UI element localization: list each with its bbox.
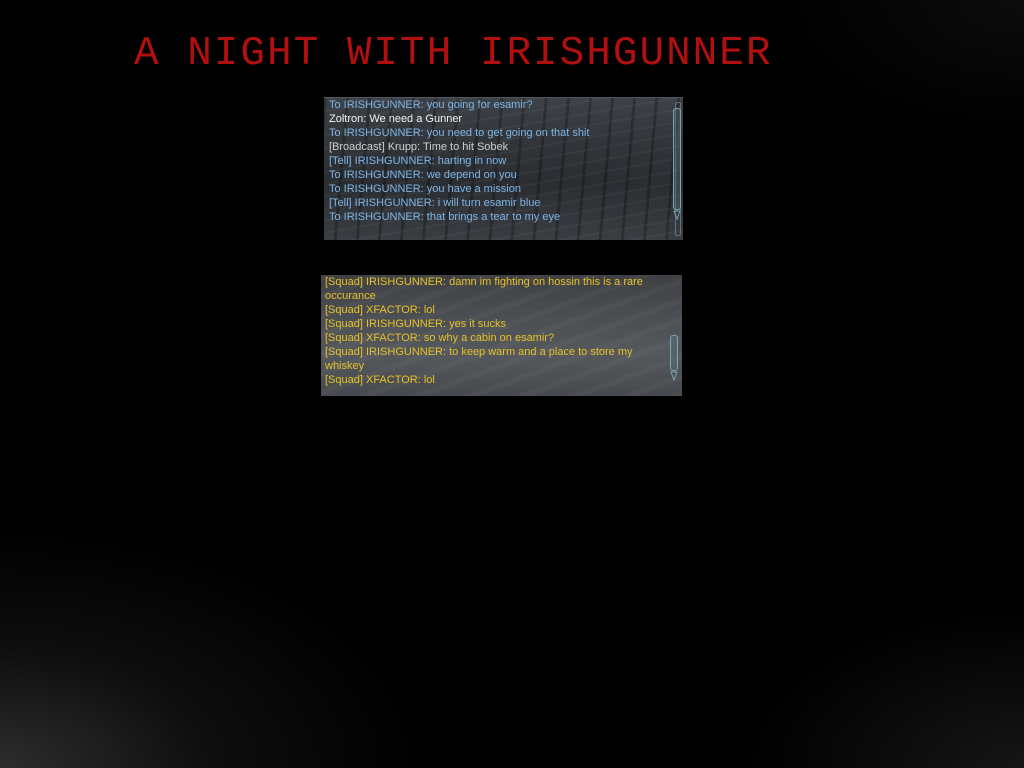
chat-message: Zoltron: We need a Gunner bbox=[329, 113, 463, 125]
chat-message: To IRISHGUNNER: that brings a tear to my… bbox=[329, 211, 561, 223]
chat-message: To IRISHGUNNER: you going for esamir? bbox=[329, 99, 533, 111]
chat-message: [Squad] IRISHGUNNER: damn im fighting on… bbox=[325, 276, 643, 302]
squad-chat-scrollbar[interactable] bbox=[668, 275, 680, 396]
tell-chat-window: To IRISHGUNNER: you going for esamir? Zo… bbox=[324, 97, 683, 240]
chat-message: [Squad] XFACTOR: lol bbox=[325, 374, 435, 386]
squad-chat-log: [Squad] IRISHGUNNER: damn im fighting on… bbox=[325, 275, 662, 387]
chat-message: [Tell] IRISHGUNNER: i will turn esamir b… bbox=[329, 197, 541, 209]
chat-message: [Squad] XFACTOR: so why a cabin on esami… bbox=[325, 332, 555, 344]
chat-message: [Tell] IRISHGUNNER: harting in now bbox=[329, 155, 507, 167]
chat-message: [Broadcast] Krupp: Time to hit Sobek bbox=[329, 141, 509, 153]
chevron-down-icon[interactable] bbox=[670, 371, 678, 381]
scroll-thumb[interactable] bbox=[670, 335, 678, 371]
squad-chat-window: [Squad] IRISHGUNNER: damn im fighting on… bbox=[321, 275, 682, 396]
chevron-down-icon[interactable] bbox=[673, 210, 681, 220]
chat-message: [Squad] XFACTOR: lol bbox=[325, 304, 435, 316]
tell-chat-scrollbar[interactable] bbox=[671, 98, 683, 240]
chat-message: [Squad] IRISHGUNNER: to keep warm and a … bbox=[325, 346, 633, 372]
chat-message: [Squad] IRISHGUNNER: yes it sucks bbox=[325, 318, 506, 330]
scroll-thumb[interactable] bbox=[673, 108, 681, 210]
chat-message: To IRISHGUNNER: you have a mission bbox=[329, 183, 521, 195]
chat-message: To IRISHGUNNER: you need to get going on… bbox=[329, 127, 590, 139]
page-title: A NIGHT WITH IRISHGUNNER bbox=[134, 31, 773, 77]
chat-message: To IRISHGUNNER: we depend on you bbox=[329, 169, 517, 181]
tell-chat-log: To IRISHGUNNER: you going for esamir? Zo… bbox=[329, 98, 665, 224]
